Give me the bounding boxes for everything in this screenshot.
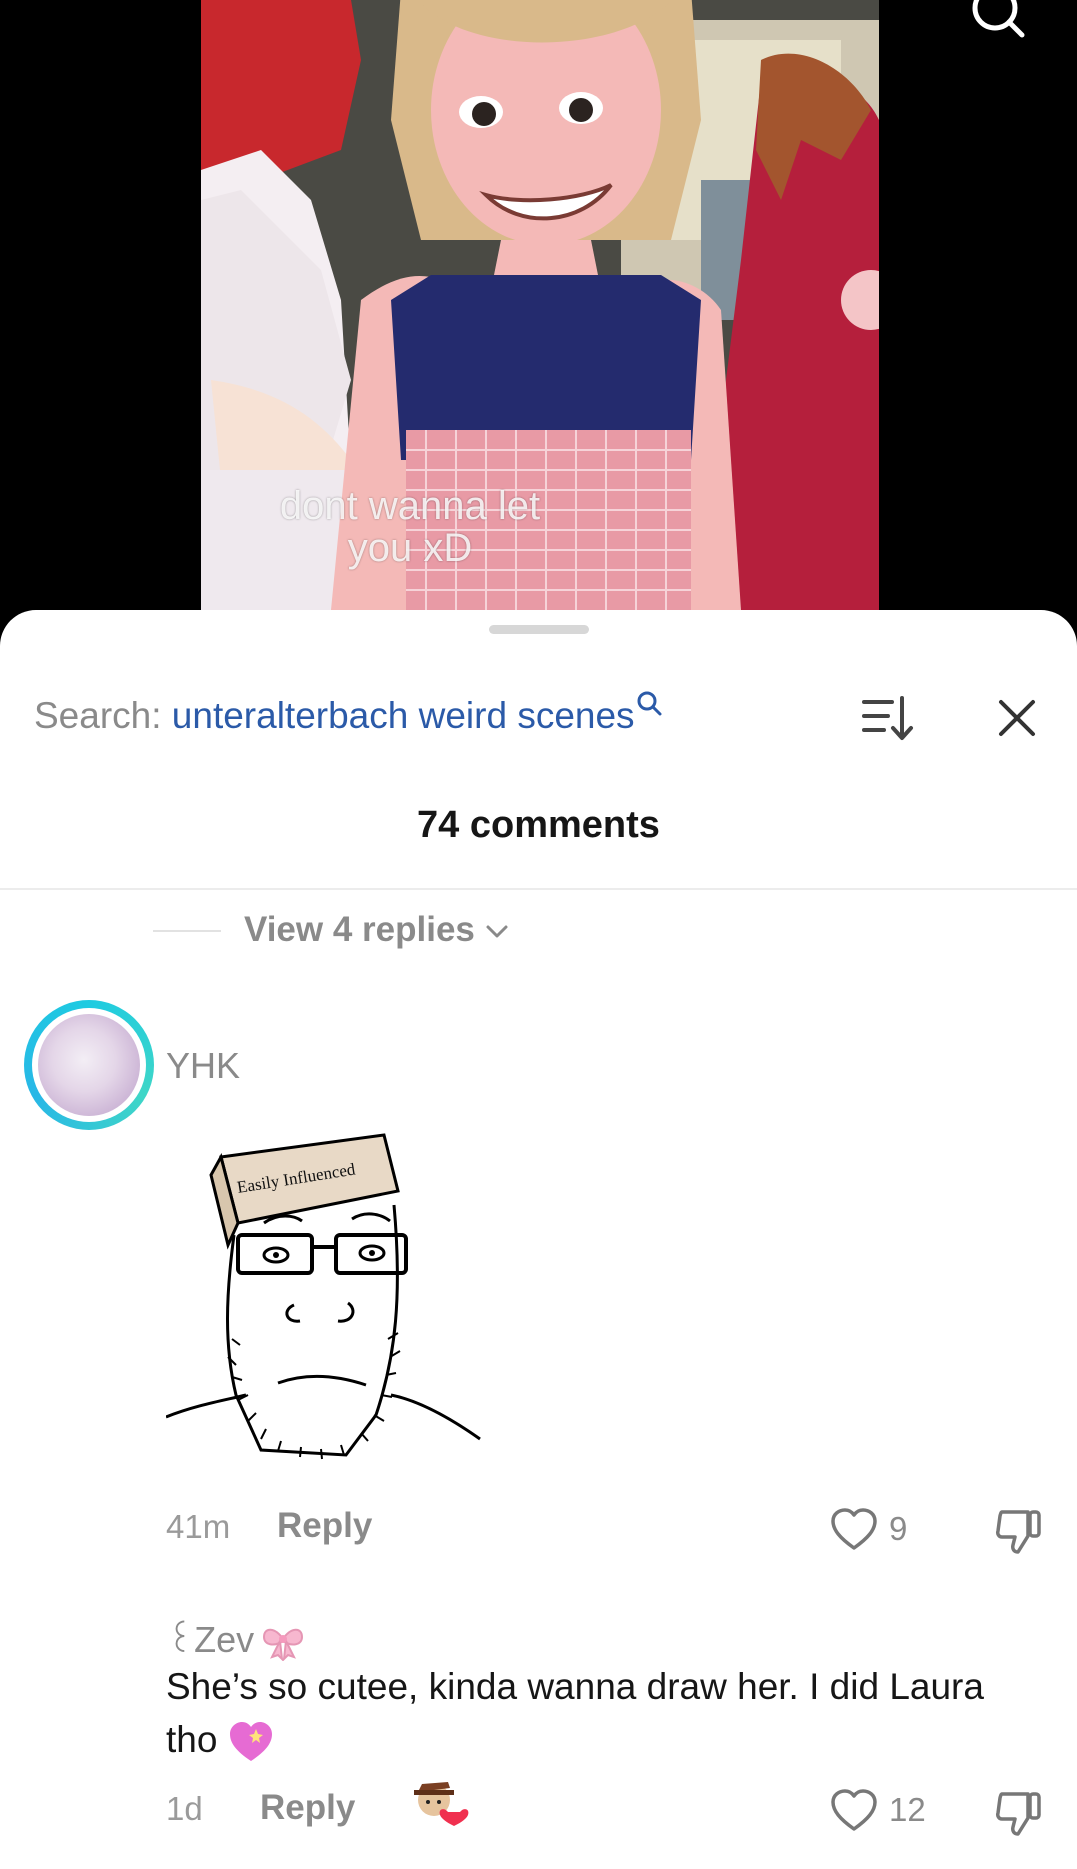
thumbs-down-icon[interactable]: [994, 1788, 1044, 1838]
reply-button[interactable]: Reply: [260, 1788, 355, 1828]
heart-outline-icon[interactable]: [830, 1508, 878, 1552]
comment-time: 41m: [166, 1508, 231, 1545]
video-caption: dont wanna let you xD: [279, 484, 541, 570]
view-replies-label: View 4 replies: [244, 910, 475, 949]
reply-button[interactable]: Reply: [277, 1506, 372, 1546]
comment-time: 1d: [166, 1790, 203, 1827]
comment-username[interactable]: ꒰Zev: [166, 1613, 306, 1662]
search-icon[interactable]: [968, 0, 1028, 46]
comment-text: She’s so cutee, kinda wanna draw her. I …: [166, 1660, 1006, 1766]
comment-body: She’s so cutee, kinda wanna draw her. I …: [166, 1666, 984, 1760]
like-count: 12: [889, 1791, 926, 1828]
comment-username[interactable]: YHK: [166, 1045, 240, 1087]
avatar: [32, 1008, 146, 1122]
avatar-image: [38, 1014, 140, 1116]
close-icon[interactable]: [993, 694, 1041, 742]
heart-outline-icon[interactable]: [830, 1789, 878, 1833]
thumbs-down-icon[interactable]: [994, 1506, 1044, 1556]
comments-count: 74 comments: [417, 804, 660, 846]
pink-bow-icon: [263, 1629, 304, 1662]
search-term-link[interactable]: unteralterbach weird scenes: [172, 695, 635, 736]
search-suggestion[interactable]: Search: unteralterbach weird scenes: [34, 691, 663, 738]
view-replies-button[interactable]: View 4 replies: [244, 910, 509, 950]
avatar-ring[interactable]: [24, 1000, 154, 1130]
comment-image[interactable]: Easily Influenced: [166, 1095, 486, 1475]
comment-username-text: ꒰Zev: [166, 1619, 255, 1660]
sparkling-heart-icon: [229, 1722, 272, 1762]
comments-panel: Search: unteralterbach weird scenes 74 c…: [0, 610, 1077, 1869]
chevron-down-icon: [486, 925, 508, 938]
creator-liked-avatar: [414, 1782, 469, 1826]
drag-handle[interactable]: [489, 625, 589, 634]
like-count: 9: [889, 1510, 908, 1547]
replies-indent-line: [153, 930, 221, 932]
search-icon: [637, 691, 662, 716]
divider: [0, 888, 1077, 890]
search-prefix: Search:: [34, 695, 162, 736]
video-player[interactable]: dont wanna let you xD: [0, 0, 1077, 620]
sort-icon[interactable]: [858, 692, 914, 744]
